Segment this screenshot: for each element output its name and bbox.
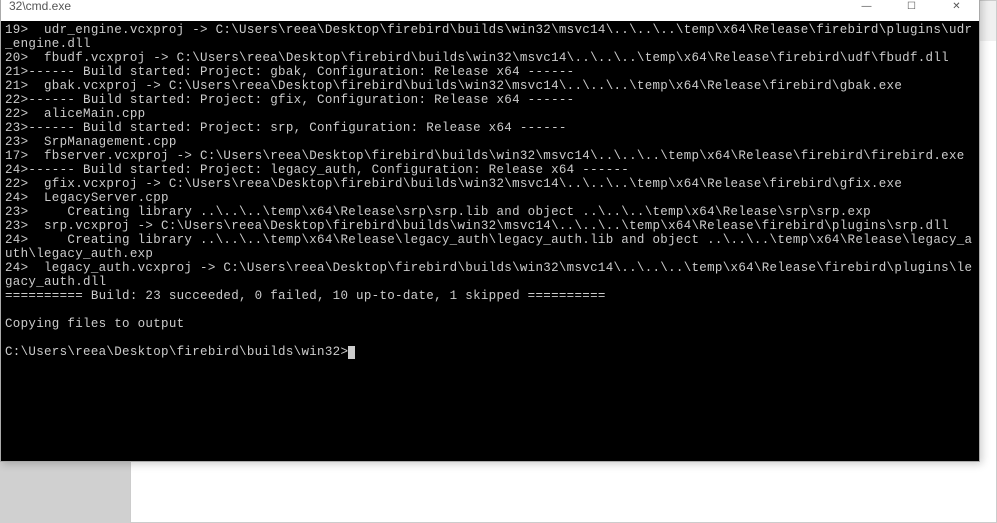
console-line: 22>------ Build started: Project: gfix, … xyxy=(5,93,975,107)
console-line: 21>------ Build started: Project: gbak, … xyxy=(5,65,975,79)
console-line: 23> Creating library ..\..\..\temp\x64\R… xyxy=(5,205,975,219)
console-line: 24> Creating library ..\..\..\temp\x64\R… xyxy=(5,233,975,261)
maximize-icon: ☐ xyxy=(907,1,916,12)
console-line xyxy=(5,303,975,317)
titlebar[interactable]: 32\cmd.exe — ☐ ✕ xyxy=(1,0,979,21)
console-line: 19> udr_engine.vcxproj -> C:\Users\reea\… xyxy=(5,23,975,51)
close-icon: ✕ xyxy=(952,1,960,12)
console-line: 23> srp.vcxproj -> C:\Users\reea\Desktop… xyxy=(5,219,975,233)
console-line: 24> legacy_auth.vcxproj -> C:\Users\reea… xyxy=(5,261,975,289)
console-line xyxy=(5,331,975,345)
maximize-button[interactable]: ☐ xyxy=(889,0,934,21)
window-title: 32\cmd.exe xyxy=(9,0,844,13)
console-line: 22> aliceMain.cpp xyxy=(5,107,975,121)
window-controls: — ☐ ✕ xyxy=(844,0,979,21)
console-output[interactable]: 19> udr_engine.vcxproj -> C:\Users\reea\… xyxy=(1,21,979,461)
cmd-window: 32\cmd.exe — ☐ ✕ 19> udr_engine.vcxproj … xyxy=(0,0,980,462)
minimize-icon: — xyxy=(862,1,872,12)
console-line: C:\Users\reea\Desktop\firebird\builds\wi… xyxy=(5,345,975,359)
close-button[interactable]: ✕ xyxy=(934,0,979,21)
console-line: 22> gfix.vcxproj -> C:\Users\reea\Deskto… xyxy=(5,177,975,191)
console-line: 23> SrpManagement.cpp xyxy=(5,135,975,149)
console-line: 21> gbak.vcxproj -> C:\Users\reea\Deskto… xyxy=(5,79,975,93)
console-line: 20> fbudf.vcxproj -> C:\Users\reea\Deskt… xyxy=(5,51,975,65)
console-line: 17> fbserver.vcxproj -> C:\Users\reea\De… xyxy=(5,149,975,163)
console-line: 24>------ Build started: Project: legacy… xyxy=(5,163,975,177)
console-line: 24> LegacyServer.cpp xyxy=(5,191,975,205)
console-line: 23>------ Build started: Project: srp, C… xyxy=(5,121,975,135)
minimize-button[interactable]: — xyxy=(844,0,889,21)
console-line: Copying files to output xyxy=(5,317,975,331)
console-line: ========== Build: 23 succeeded, 0 failed… xyxy=(5,289,975,303)
cursor xyxy=(348,346,355,359)
